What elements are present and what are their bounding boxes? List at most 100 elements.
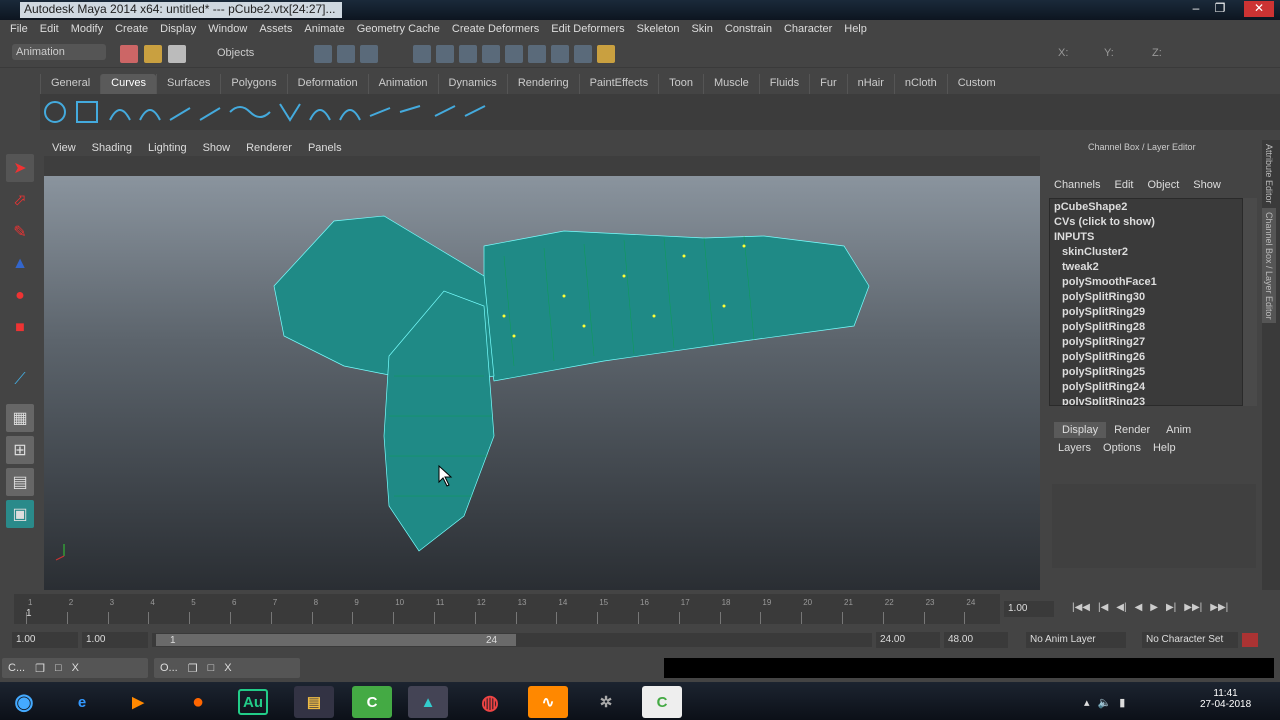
menu-skin[interactable]: Skin (685, 20, 718, 40)
snap-point-icon[interactable] (459, 45, 477, 63)
restore-button[interactable]: ❐ (188, 662, 198, 675)
shelf-tab-general[interactable]: General (40, 74, 100, 94)
go-start-button[interactable]: |◀◀ (1072, 602, 1090, 613)
layers-menu[interactable]: Layers (1058, 442, 1091, 454)
perspective-viewport[interactable] (44, 176, 1040, 590)
help-icon[interactable] (574, 45, 592, 63)
play-forward-button[interactable]: ▶ (1150, 602, 1158, 613)
channels-menu[interactable]: Channels (1054, 179, 1100, 191)
panel-menu-shading[interactable]: Shading (84, 140, 140, 156)
current-time-field[interactable]: 1.00 (1004, 601, 1054, 617)
menu-geometry-cache[interactable]: Geometry Cache (351, 20, 446, 40)
list-item[interactable]: polySplitRing29 (1054, 306, 1238, 321)
edit-menu[interactable]: Edit (1114, 179, 1133, 191)
object-menu[interactable]: Object (1147, 179, 1179, 191)
menu-display[interactable]: Display (154, 20, 202, 40)
menu-animate[interactable]: Animate (298, 20, 350, 40)
step-forward-key-button[interactable]: ▶▶| (1184, 602, 1202, 613)
playback-start-field[interactable]: 1.00 (82, 632, 148, 648)
curve-tool-icons[interactable] (40, 94, 510, 130)
end-time-field[interactable]: 48.00 (944, 632, 1008, 648)
list-item[interactable]: CVs (click to show) (1054, 216, 1238, 231)
maximize-button[interactable]: □ (208, 662, 215, 674)
move-tool-icon[interactable]: ▲ (6, 250, 34, 278)
paint-select-icon[interactable]: ✎ (6, 218, 34, 246)
step-back-frame-button[interactable]: ◀| (1116, 602, 1126, 613)
shelf-tab-fluids[interactable]: Fluids (758, 74, 809, 94)
ie-icon[interactable]: e (62, 686, 102, 718)
list-item[interactable]: polySplitRing26 (1054, 351, 1238, 366)
shelf-tab-deformation[interactable]: Deformation (286, 74, 368, 94)
menu-file[interactable]: File (4, 20, 34, 40)
menu-create-deformers[interactable]: Create Deformers (446, 20, 545, 40)
shelf-tab-dynamics[interactable]: Dynamics (437, 74, 507, 94)
tab-render[interactable]: Render (1106, 422, 1158, 438)
range-slider-handle[interactable] (156, 634, 516, 646)
start-button[interactable]: ◉ (4, 686, 44, 718)
misc-icon[interactable] (551, 45, 569, 63)
layout-four-icon[interactable]: ⊞ (6, 436, 34, 464)
shelf-tab-polygons[interactable]: Polygons (220, 74, 286, 94)
channel-box-tab[interactable]: Channel Box / Layer Editor (1262, 207, 1276, 324)
close-button[interactable]: ✕ (1244, 1, 1274, 17)
system-tray[interactable]: ▴ 🔈 ▮ (1084, 696, 1125, 709)
panel-menu-show[interactable]: Show (195, 140, 239, 156)
menu-edit[interactable]: Edit (34, 20, 65, 40)
media-player-icon[interactable]: ▶ (118, 686, 158, 718)
list-item[interactable]: polySplitRing24 (1054, 381, 1238, 396)
scale-tool-icon[interactable]: ■ (6, 314, 34, 342)
close-button[interactable]: X (72, 662, 79, 674)
play-back-button[interactable]: ◀ (1135, 602, 1143, 613)
shelf-tab-surfaces[interactable]: Surfaces (155, 74, 220, 94)
start-time-field[interactable]: 1.00 (12, 632, 78, 648)
save-scene-icon[interactable] (168, 45, 186, 63)
list-item[interactable]: polySplitRing30 (1054, 291, 1238, 306)
time-slider[interactable]: 1 2 3 4 5 6 7 8 9 10 11 12 13 14 15 16 17 18 19 20 21 22 23 24 (14, 594, 1000, 624)
rotate-tool-icon[interactable]: ● (6, 282, 34, 310)
snap-grid-icon[interactable] (413, 45, 431, 63)
character-set-dropdown[interactable]: No Character Set (1142, 632, 1238, 648)
tab-anim[interactable]: Anim (1158, 422, 1199, 438)
shelf-tab-nhair[interactable]: nHair (846, 74, 894, 94)
select-tool-icon[interactable]: ➤ (6, 154, 34, 182)
mesh-model[interactable] (44, 176, 1040, 590)
menu-skeleton[interactable]: Skeleton (631, 20, 686, 40)
minimized-window[interactable]: O... ❐ □ X (154, 658, 300, 678)
layout-single-icon[interactable]: ▦ (6, 404, 34, 432)
new-scene-icon[interactable] (120, 45, 138, 63)
lasso-tool-icon[interactable]: ⬀ (6, 186, 34, 214)
chrome-icon[interactable]: ◍ (470, 686, 510, 718)
panel-menu-panels[interactable]: Panels (300, 140, 350, 156)
playback-end-field[interactable]: 24.00 (876, 632, 940, 648)
list-item[interactable]: polySmoothFace1 (1054, 276, 1238, 291)
options-menu[interactable]: Options (1103, 442, 1141, 454)
list-item[interactable]: polySplitRing28 (1054, 321, 1238, 336)
uc-browser-icon[interactable]: ∿ (528, 686, 568, 718)
show-menu[interactable]: Show (1193, 179, 1221, 191)
help-menu[interactable]: Help (1153, 442, 1176, 454)
maya-icon[interactable]: ▲ (408, 686, 448, 718)
layer-list[interactable] (1052, 484, 1256, 568)
menu-window[interactable]: Window (202, 20, 253, 40)
shelf-tab-painteffects[interactable]: PaintEffects (578, 74, 659, 94)
select-component-icon[interactable] (360, 45, 378, 63)
select-hierarchy-icon[interactable] (314, 45, 332, 63)
firefox-icon[interactable]: ● (178, 686, 218, 718)
panel-toolbar[interactable] (44, 156, 1040, 176)
attribute-editor-tab[interactable]: Attribute Editor (1262, 140, 1276, 208)
menu-help[interactable]: Help (838, 20, 873, 40)
maximize-button[interactable]: ❐ (1208, 1, 1232, 17)
file-explorer-icon[interactable]: ▤ (294, 686, 334, 718)
step-forward-frame-button[interactable]: ▶| (1166, 602, 1176, 613)
manipulator-icon[interactable]: ⟋ (6, 366, 34, 394)
close-button[interactable]: X (224, 662, 231, 674)
list-item[interactable]: polySplitRing23 (1054, 396, 1238, 405)
menu-character[interactable]: Character (778, 20, 838, 40)
shelf-tab-fur[interactable]: Fur (809, 74, 847, 94)
lock-icon[interactable] (597, 45, 615, 63)
tab-display[interactable]: Display (1054, 422, 1107, 438)
menu-constrain[interactable]: Constrain (719, 20, 778, 40)
auto-key-icon[interactable] (1242, 633, 1258, 647)
shelf-tab-custom[interactable]: Custom (946, 74, 1006, 94)
outliner-icon[interactable]: ▣ (6, 500, 34, 528)
